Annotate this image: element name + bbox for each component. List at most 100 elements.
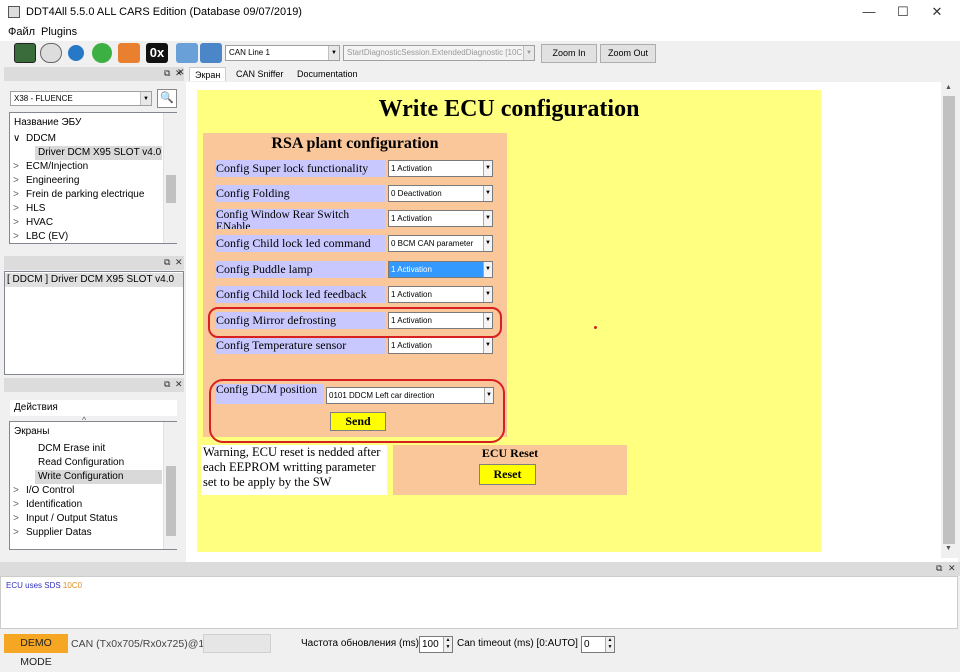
tree-expander[interactable]: > [13,513,19,524]
screen-item[interactable]: Read Configuration [38,457,124,468]
tree-expander[interactable]: > [13,161,19,172]
maximize-button[interactable]: ☐ [886,0,920,24]
heartbeat-icon[interactable] [118,43,140,63]
tab-screen[interactable]: Экран [189,67,227,81]
tree-expander[interactable]: > [13,217,19,228]
close-button[interactable]: ✕ [920,0,954,24]
tree-expander[interactable]: > [13,189,19,200]
ecu-reset-title: ECU Reset [481,446,539,460]
close-icon[interactable]: ✕ [948,563,956,574]
refresh-rate-spinbox[interactable]: 100 ▲ ▼ [419,636,453,653]
valve-icon[interactable] [200,43,222,63]
ecu-item[interactable]: Driver DCM X95 SLOT v4.0 [38,147,161,158]
ok-icon[interactable] [92,43,112,63]
connect-icon[interactable] [14,43,36,63]
scroll-thumb[interactable] [166,175,176,203]
close-icon[interactable]: ✕ [175,257,183,268]
config-row-label: Config Temperature sensor [215,337,385,354]
config-select[interactable]: 1 Activation ▼ [388,286,493,303]
hex-icon[interactable]: 0x [146,43,168,63]
tree-expander[interactable]: > [13,231,19,242]
selected-ecu-item[interactable]: [ DDCM ] Driver DCM X95 SLOT v4.0 [7,274,174,285]
tree-expander[interactable]: ∨ [13,133,20,144]
screens-tree: Экраны DCM Erase init Read Configuration… [9,421,177,550]
config-select-highlighted[interactable]: 1 Activation ▼ [388,261,493,278]
tab-documentation[interactable]: Documentation [292,67,363,81]
config-select[interactable]: 1 Activation ▼ [388,337,493,354]
chevron-down-icon: ▼ [523,46,534,60]
config-value: 1 Activation [391,290,432,299]
config-value: 1 Activation [391,265,432,274]
ecu-item[interactable]: Frein de parking electrique [26,189,144,200]
scroll-thumb[interactable] [943,96,955,544]
tree-expander[interactable]: > [13,203,19,214]
float-icon[interactable]: ⧉ [164,379,170,390]
float-icon[interactable]: ⧉ [164,68,170,79]
scan-icon[interactable] [40,43,62,63]
tree-expander[interactable]: > [13,499,19,510]
chevron-down-icon: ▼ [483,211,492,226]
selected-ecu-list: [ DDCM ] Driver DCM X95 SLOT v4.0 [4,271,184,375]
ecu-tree-scrollbar[interactable] [163,113,177,243]
screen-item[interactable]: Supplier Datas [26,527,92,538]
log-panel-header: ⧉ ✕ [0,562,960,576]
float-icon[interactable]: ⧉ [936,563,942,574]
network-icon[interactable] [176,43,198,63]
tree-expander[interactable]: > [13,485,19,496]
config-select[interactable]: 1 Activation ▼ [388,210,493,227]
ecu-item[interactable]: HLS [26,203,45,214]
zoom-in-button[interactable]: Zoom In [541,44,597,63]
screens-tree-scrollbar[interactable] [163,422,177,549]
chevron-down-icon: ▼ [140,92,151,105]
actions-list: Действия [10,400,177,416]
log-output: ECU uses SDS 10C0 [0,576,958,629]
screen-item[interactable]: DCM Erase init [38,443,105,454]
menu-file[interactable]: Файл [8,26,35,38]
tree-expander[interactable]: > [13,527,19,538]
ecu-item[interactable]: Engineering [26,175,79,186]
config-value: 0 BCM CAN parameter [391,239,474,248]
screen-item[interactable]: Write Configuration [38,471,123,482]
ecu-item[interactable]: LBC (EV) [26,231,68,242]
config-select[interactable]: 0 BCM CAN parameter ▼ [388,235,493,252]
config-row-label: Config Folding [215,185,385,202]
status-bar: DEMO MODE CAN (Tx0x705/Rx0x725)@125 Част… [0,631,960,668]
vehicle-select[interactable]: X38 - FLUENCE ▼ [10,91,152,106]
config-select[interactable]: 0 Deactivation ▼ [388,185,493,202]
scroll-thumb[interactable] [166,466,176,536]
ecu-search-button[interactable]: 🔍 [157,89,177,108]
spin-arrows-icon[interactable]: ▲ ▼ [605,637,614,652]
minimize-button[interactable]: — [852,0,886,24]
config-select[interactable]: 1 Activation ▼ [388,160,493,177]
chevron-down-icon: ▼ [483,161,492,176]
tabs-close-icon[interactable]: ✕ [177,67,185,78]
screen-item[interactable]: Identification [26,499,82,510]
refresh-icon[interactable] [68,45,84,61]
search-icon: 🔍 [160,92,174,104]
config-value: 1 Activation [391,164,432,173]
close-icon[interactable]: ✕ [175,379,183,390]
screen-item[interactable]: I/O Control [26,485,74,496]
spin-arrows-icon[interactable]: ▲ ▼ [443,637,452,652]
demo-mode-badge: DEMO MODE [4,634,68,668]
chevron-down-icon: ▼ [483,236,492,251]
config-value: 1 Activation [391,214,432,223]
content-scrollbar[interactable]: ▲ ▼ [941,82,958,558]
session-select[interactable]: StartDiagnosticSession.ExtendedDiagnosti… [343,45,535,61]
reset-button[interactable]: Reset [479,464,536,485]
screen-item[interactable]: Input / Output Status [26,513,118,524]
ecu-item[interactable]: HVAC [26,217,53,228]
float-icon[interactable]: ⧉ [164,257,170,268]
can-timeout-spinbox[interactable]: 0 ▲ ▼ [581,636,615,653]
scroll-down-icon[interactable]: ▼ [945,545,952,552]
ecu-item[interactable]: ECM/Injection [26,161,88,172]
menu-plugins[interactable]: Plugins [41,26,77,38]
can-line-select[interactable]: CAN Line 1 ▼ [225,45,340,61]
can-status: CAN (Tx0x705/Rx0x725)@125 [71,638,216,650]
zoom-out-button[interactable]: Zoom Out [600,44,656,63]
tree-expander[interactable]: > [13,175,19,186]
scroll-up-icon[interactable]: ▲ [945,84,952,91]
session-value: StartDiagnosticSession.ExtendedDiagnosti… [347,48,523,57]
ecu-item[interactable]: DDCM [26,133,56,144]
tab-can-sniffer[interactable]: CAN Sniffer [231,67,288,81]
